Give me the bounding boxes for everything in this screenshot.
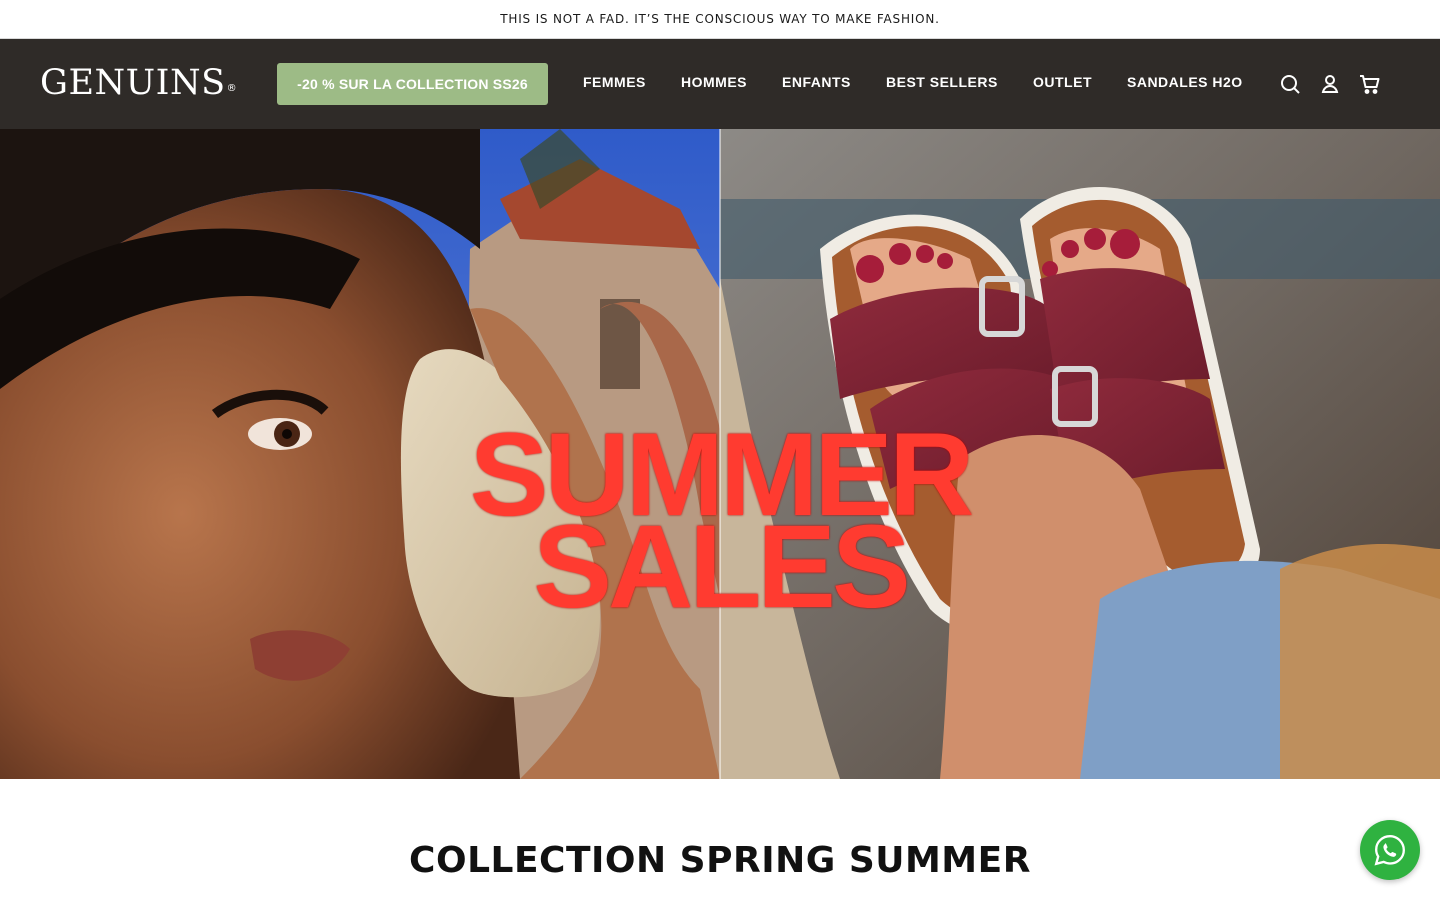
hero-banner[interactable]: SUMMER SALES (0, 129, 1440, 779)
main-nav: FEMMES HOMMES ENFANTS BEST SELLERS OUTLE… (0, 39, 1440, 129)
announcement-bar: THIS IS NOT A FAD. IT’S THE CONSCIOUS WA… (0, 0, 1440, 39)
account-icon[interactable] (1318, 72, 1342, 96)
nav-item-sandales-h2o[interactable]: SANDALES H2O (1127, 74, 1243, 90)
site-header: GENUINS® -20 % SUR LA COLLECTION SS26 FE… (0, 39, 1440, 129)
section-title: COLLECTION SPRING SUMMER (409, 840, 1031, 881)
whatsapp-chat-button[interactable] (1360, 820, 1420, 880)
hero-title-line2: SALES (533, 501, 910, 633)
announcement-text: THIS IS NOT A FAD. IT’S THE CONSCIOUS WA… (500, 12, 940, 26)
hero-title: SUMMER SALES (0, 416, 1440, 633)
whatsapp-icon (1374, 835, 1405, 866)
cart-icon[interactable] (1358, 72, 1382, 96)
nav-item-outlet[interactable]: OUTLET (1033, 74, 1092, 90)
search-icon[interactable] (1278, 72, 1302, 96)
nav-item-femmes[interactable]: FEMMES (583, 74, 646, 90)
nav-item-enfants[interactable]: ENFANTS (782, 74, 851, 90)
nav-item-best-sellers[interactable]: BEST SELLERS (886, 74, 998, 90)
nav-item-hommes[interactable]: HOMMES (681, 74, 747, 90)
